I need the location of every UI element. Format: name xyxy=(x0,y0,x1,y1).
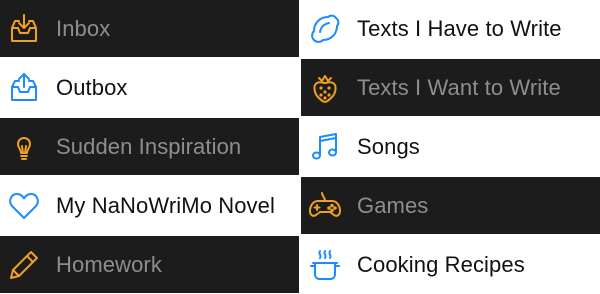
gamepad-icon xyxy=(307,188,343,224)
folder-label: Texts I Have to Write xyxy=(357,15,562,41)
music-note-icon xyxy=(307,129,343,165)
folder-label: Cooking Recipes xyxy=(357,251,525,277)
folder-label: Songs xyxy=(357,133,420,159)
pencil-icon xyxy=(6,247,42,283)
folder-label: Inbox xyxy=(56,15,111,41)
folder-label: Sudden Inspiration xyxy=(56,133,242,159)
folder-item-texts-i-want-to-write[interactable]: Texts I Want to Write xyxy=(301,59,600,116)
folder-label: Homework xyxy=(56,251,162,277)
folder-item-outbox[interactable]: Outbox xyxy=(0,59,299,116)
folder-item-inbox[interactable]: Inbox xyxy=(0,0,299,57)
folder-item-homework[interactable]: Homework xyxy=(0,236,299,293)
folder-column-left: Inbox Outbox Sudden Inspiration My NaNoW… xyxy=(0,0,299,294)
folder-item-my-nanowrimo-novel[interactable]: My NaNoWriMo Novel xyxy=(0,177,299,234)
folder-item-games[interactable]: Games xyxy=(301,177,600,234)
lightbulb-icon xyxy=(6,129,42,165)
folder-column-right: Texts I Have to Write Texts I Want to Wr… xyxy=(301,0,600,294)
lemon-icon xyxy=(307,11,343,47)
strawberry-icon xyxy=(307,70,343,106)
folder-label: Games xyxy=(357,192,429,218)
cooking-pot-icon xyxy=(307,247,343,283)
outbox-tray-icon xyxy=(6,70,42,106)
folder-item-sudden-inspiration[interactable]: Sudden Inspiration xyxy=(0,118,299,175)
folder-label: My NaNoWriMo Novel xyxy=(56,192,275,218)
folder-label: Outbox xyxy=(56,74,128,100)
folder-label: Texts I Want to Write xyxy=(357,74,561,100)
inbox-tray-icon xyxy=(6,11,42,47)
heart-icon xyxy=(6,188,42,224)
folder-item-songs[interactable]: Songs xyxy=(301,118,600,175)
folder-item-texts-i-have-to-write[interactable]: Texts I Have to Write xyxy=(301,0,600,57)
folder-grid: Inbox Outbox Sudden Inspiration My NaNoW… xyxy=(0,0,600,294)
folder-item-cooking-recipes[interactable]: Cooking Recipes xyxy=(301,236,600,293)
